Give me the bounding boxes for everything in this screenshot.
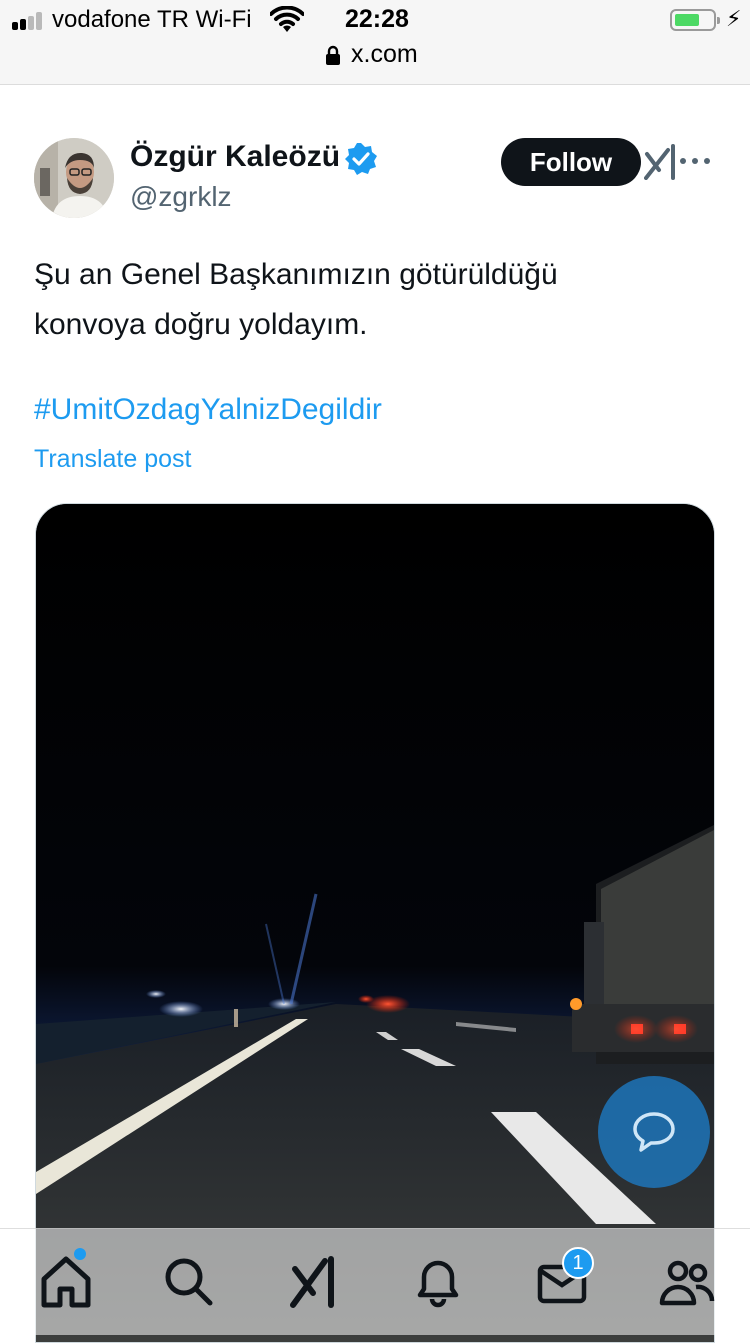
post-text-line: Şu an Genel Başkanımızın götürüldüğü [34, 258, 558, 291]
grok-icon[interactable] [283, 1251, 343, 1311]
reply-bubble-icon [633, 1112, 675, 1152]
charging-icon: ⚡ [726, 6, 742, 31]
signal-icon [12, 12, 48, 30]
battery-icon [670, 9, 720, 31]
address-bar-url[interactable]: x.com [351, 40, 418, 69]
follow-button[interactable]: Follow [501, 138, 641, 186]
more-icon[interactable] [680, 158, 712, 166]
compose-reply-button[interactable] [598, 1076, 710, 1188]
clock: 22:28 [345, 5, 409, 33]
search-icon[interactable] [158, 1251, 218, 1311]
wifi-icon [270, 6, 304, 32]
status-bar: vodafone TR Wi-Fi 22:28 ⚡ x.com [0, 0, 750, 85]
lock-icon [326, 45, 340, 65]
carrier-name: vodafone TR Wi-Fi [52, 6, 252, 33]
post-media-image[interactable] [35, 503, 715, 1343]
home-icon[interactable] [36, 1251, 96, 1311]
post-text: Şu an Genel Başkanımızın götürüldüğü kon… [34, 250, 714, 350]
verified-icon [345, 143, 377, 175]
bottom-navigation-bar [0, 1228, 750, 1335]
translate-post-link[interactable]: Translate post [34, 445, 191, 474]
home-unread-dot [74, 1248, 86, 1260]
author-name[interactable]: Özgür Kaleözü [130, 140, 340, 174]
messages-badge: 1 [562, 1247, 594, 1279]
hashtag-link[interactable]: #UmitOzdagYalnizDegildir [34, 393, 382, 427]
avatar[interactable] [34, 138, 114, 218]
grok-icon[interactable] [644, 144, 678, 180]
author-handle[interactable]: @zgrklz [130, 181, 232, 213]
bell-icon[interactable] [408, 1251, 468, 1311]
post-text-line: konvoya doğru yoldayım. [34, 308, 368, 341]
people-icon[interactable] [656, 1251, 716, 1311]
